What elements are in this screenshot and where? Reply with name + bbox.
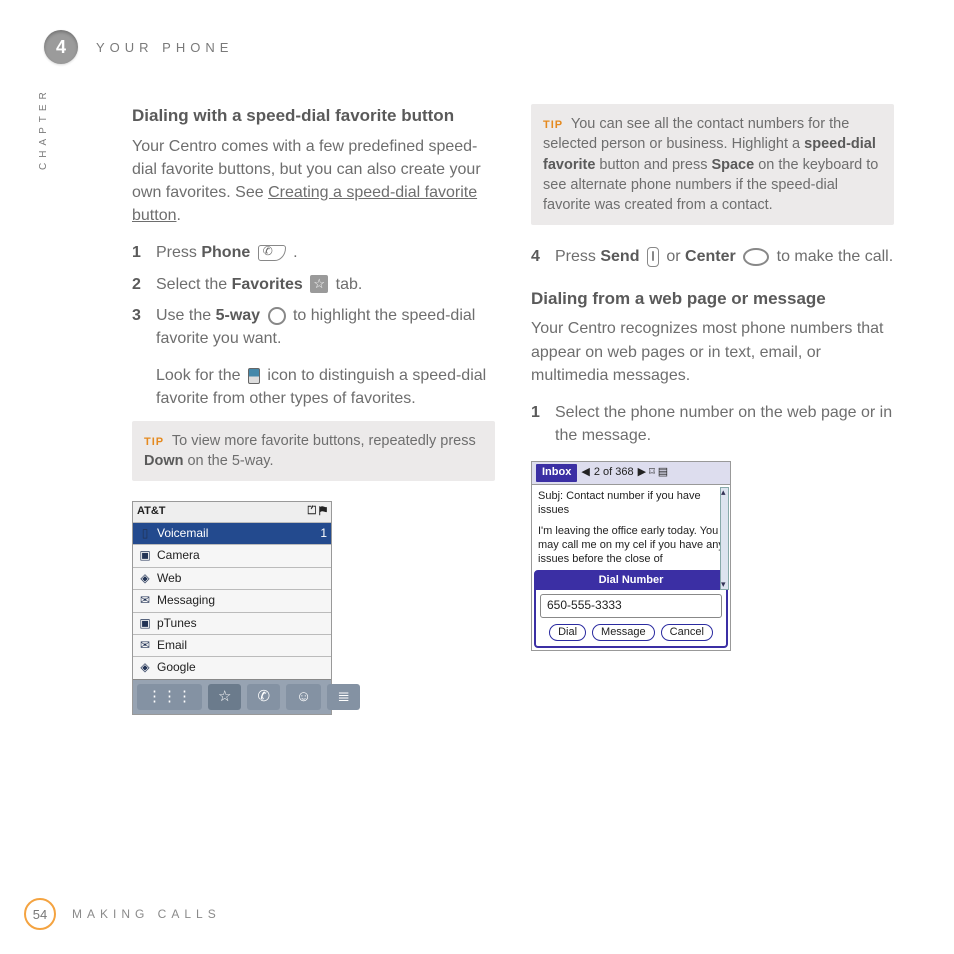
dialog-number: 650-555-3333 — [540, 594, 722, 617]
page-footer: 54 MAKING CALLS — [24, 898, 221, 930]
carrier-label: AT&T — [137, 504, 166, 520]
step-number: 2 — [132, 273, 156, 296]
fav-row: ✉Email — [133, 634, 331, 656]
tip-box: TIP You can see all the contact numbers … — [531, 104, 894, 225]
fav-row: ✉Messaging — [133, 589, 331, 611]
contacts-icon: ☺ — [286, 684, 321, 710]
step-number: 1 — [132, 241, 156, 264]
list-icon: ≣ — [327, 684, 360, 710]
favorites-tab-icon: ☆ — [208, 684, 241, 710]
intro-paragraph: Your Centro comes with a few predefined … — [132, 135, 495, 228]
step-number: 3 — [132, 304, 156, 350]
inbox-screenshot: Inbox ◀2 of 368▶ ⌑ ▤ Subj: Contact numbe… — [531, 461, 731, 651]
message-text: I'm leaving the office early today. You … — [538, 524, 724, 567]
fav-row: ◈Web — [133, 567, 331, 589]
section-heading: Dialing with a speed-dial favorite butto… — [132, 104, 495, 129]
fav-row: ▣pTunes — [133, 612, 331, 634]
page-header: 4 YOUR PHONE — [44, 30, 894, 64]
dial-button[interactable]: Dial — [549, 624, 586, 642]
paragraph: Your Centro recognizes most phone number… — [531, 317, 894, 387]
header-title: YOUR PHONE — [96, 40, 233, 55]
step-number: 1 — [531, 401, 555, 447]
dialpad-icon: ⋮⋮⋮ — [137, 684, 202, 710]
tip-box: TIP To view more favorite buttons, repea… — [132, 421, 495, 482]
fav-row: ◈Google — [133, 656, 331, 678]
fav-row-voicemail: ▯Voicemail1 — [133, 522, 331, 544]
phone-key-icon — [258, 245, 286, 261]
left-column: Dialing with a speed-dial favorite butto… — [132, 104, 495, 715]
five-way-icon — [268, 307, 286, 325]
favorites-screenshot: AT&T ⏍ ⚑ ▯Voicemail1 ▣Camera ◈Web ✉Messa… — [132, 501, 332, 714]
step-1: Select the phone number on the web page … — [555, 401, 894, 447]
footer-section: MAKING CALLS — [72, 907, 221, 921]
tip-label: TIP — [543, 119, 563, 131]
status-bar: AT&T ⏍ ⚑ — [133, 502, 331, 522]
step-4: Press Send or Center to make the call. — [555, 245, 894, 268]
chapter-badge: 4 — [44, 30, 78, 64]
step-3-note: Look for the icon to distinguish a speed… — [132, 364, 495, 410]
inbox-header: Inbox ◀2 of 368▶ ⌑ ▤ — [532, 462, 730, 484]
phone-mini-icon — [248, 368, 260, 384]
section-heading: Dialing from a web page or message — [531, 287, 894, 312]
cancel-button[interactable]: Cancel — [661, 624, 713, 642]
chapter-side-label: CHAPTER — [38, 90, 49, 170]
message-button[interactable]: Message — [592, 624, 655, 642]
status-icons: ⏍ ⚑ — [308, 504, 327, 520]
step-2: Select the Favorites tab. — [156, 273, 495, 296]
scrollbar-icon — [720, 487, 729, 590]
message-body: Subj: Contact number if you have issues … — [532, 484, 730, 592]
page-number: 54 — [24, 898, 56, 930]
step-number: 4 — [531, 245, 555, 268]
favorites-star-icon — [310, 275, 328, 293]
send-key-icon — [647, 247, 659, 267]
inbox-counter: 2 of 368 — [594, 465, 634, 481]
tip-label: TIP — [144, 436, 164, 448]
right-column: TIP You can see all the contact numbers … — [531, 104, 894, 715]
tab-bar: ⋮⋮⋮ ☆ ✆ ☺ ≣ — [133, 679, 331, 714]
message-subject: Subj: Contact number if you have issues — [538, 489, 724, 518]
fav-row: ▣Camera — [133, 544, 331, 566]
inbox-label: Inbox — [536, 464, 577, 482]
center-key-icon — [743, 248, 769, 266]
step-1: Press Phone . — [156, 241, 495, 264]
calllog-icon: ✆ — [247, 684, 280, 710]
step-3: Use the 5-way to highlight the speed-dia… — [156, 304, 495, 350]
